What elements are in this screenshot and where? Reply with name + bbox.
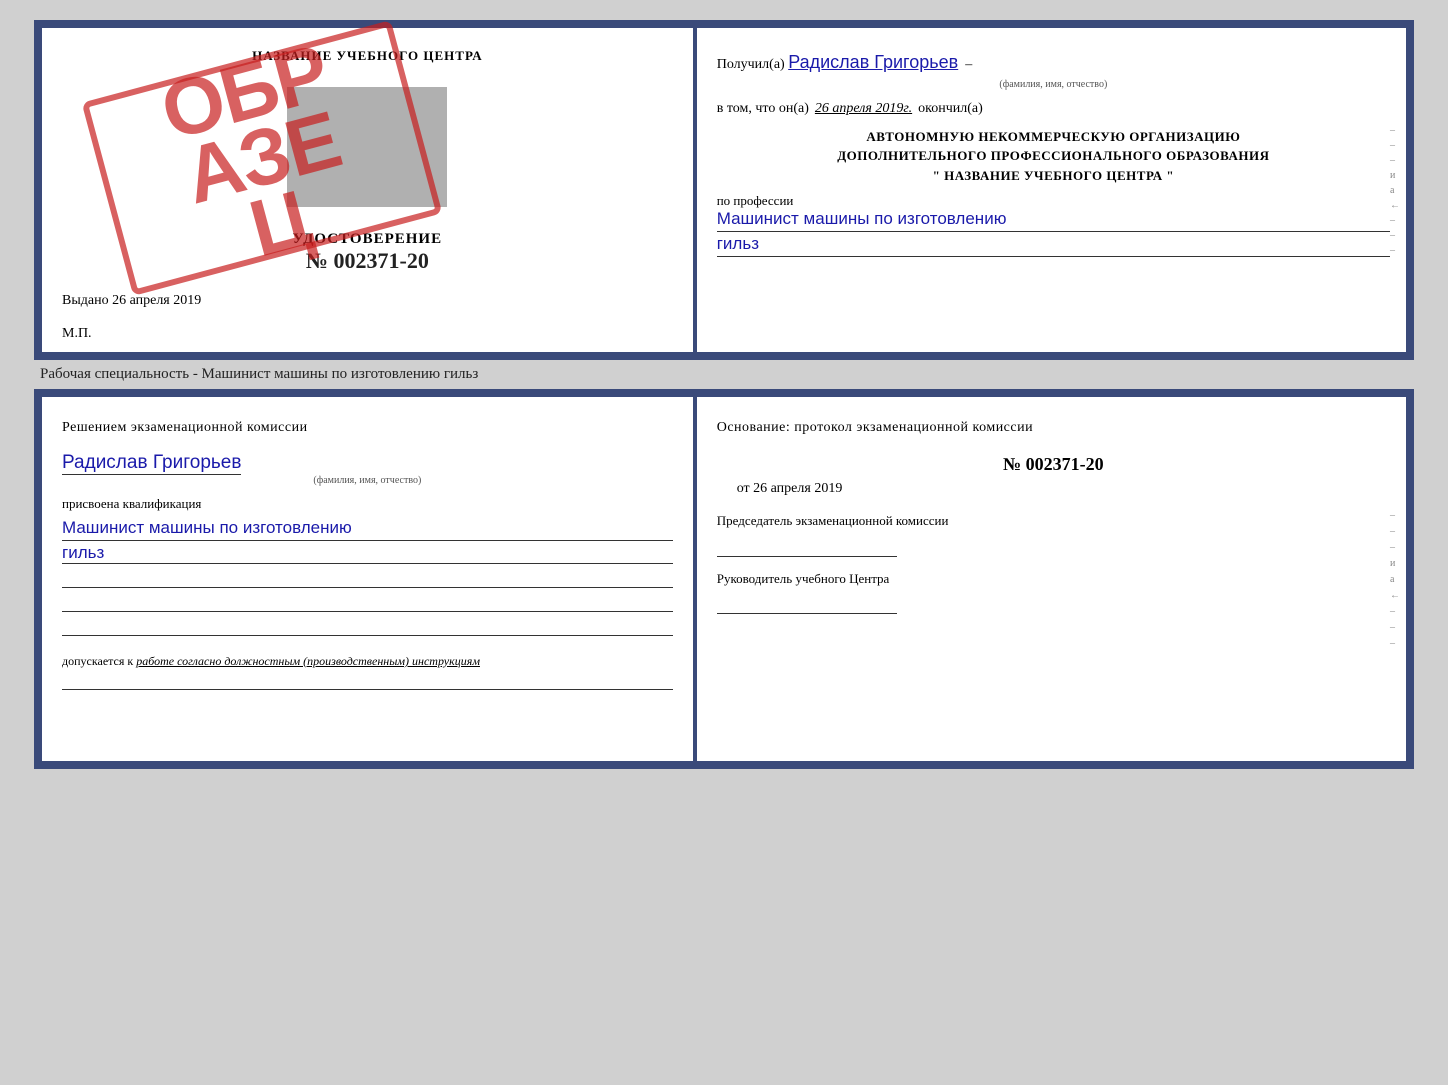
vtom-date: 26 апреля 2019г. bbox=[815, 101, 912, 117]
po-professii-label: по профессии bbox=[717, 193, 794, 208]
poluchil-label: Получил(а) bbox=[717, 57, 785, 72]
empty-line-3 bbox=[62, 616, 673, 636]
vydano-block: Выдано 26 апреля 2019 bbox=[62, 293, 673, 309]
org-name: " НАЗВАНИЕ УЧЕБНОГО ЦЕНТРА " bbox=[717, 166, 1390, 186]
rukovoditel-line bbox=[717, 592, 897, 614]
bottom-document: Решением экзаменационной комиссии Радисл… bbox=[34, 389, 1414, 769]
ot-label: от bbox=[737, 481, 750, 496]
mp-label: М.П. bbox=[62, 326, 92, 341]
document-wrapper: НАЗВАНИЕ УЧЕБНОГО ЦЕНТРА ОБРАЗЕЦ УДОСТОВ… bbox=[34, 20, 1414, 769]
profession-line1: Машинист машины по изготовлению bbox=[717, 209, 1390, 232]
vtom-line: в том, что он(а) 26 апреля 2019г. окончи… bbox=[717, 101, 1390, 117]
protocol-number: № 002371-20 bbox=[717, 454, 1390, 475]
predsedatel-block: Председатель экзаменационной комиссии bbox=[717, 511, 1390, 557]
fio-label-top: (фамилия, имя, отчество) bbox=[717, 77, 1390, 93]
kvalif-line2: гильз bbox=[62, 543, 673, 564]
top-doc-right: Получил(а) Радислав Григорьев – (фамилия… bbox=[697, 28, 1406, 352]
vydano-date: 26 апреля 2019 bbox=[112, 293, 201, 308]
bottom-fio-label: (фамилия, имя, отчество) bbox=[62, 475, 673, 486]
predsedatel-label: Председатель экзаменационной комиссии bbox=[717, 513, 949, 528]
side-marks-bottom: – – – и а ← – – – bbox=[1390, 397, 1406, 761]
okonchil-label: окончил(а) bbox=[918, 101, 983, 117]
dopuskaetsya-text: работе согласно должностным (производств… bbox=[136, 654, 480, 668]
org-block: АВТОНОМНУЮ НЕКОММЕРЧЕСКУЮ ОРГАНИЗАЦИЮ ДО… bbox=[717, 127, 1390, 186]
dopuskaetsya-prefix: допускается к bbox=[62, 654, 133, 668]
top-doc-left: НАЗВАНИЕ УЧЕБНОГО ЦЕНТРА ОБРАЗЕЦ УДОСТОВ… bbox=[42, 28, 697, 352]
recipient-name: Радислав Григорьев bbox=[788, 52, 958, 72]
osnovanie-title: Основание: протокол экзаменационной коми… bbox=[717, 417, 1390, 438]
top-document: НАЗВАНИЕ УЧЕБНОГО ЦЕНТРА ОБРАЗЕЦ УДОСТОВ… bbox=[34, 20, 1414, 360]
stamp-text: ОБРАЗЕЦ bbox=[155, 38, 369, 278]
komissia-title: Решением экзаменационной комиссии bbox=[62, 417, 673, 438]
dopuskaetsya-line bbox=[62, 672, 673, 690]
side-marks-top: – – – и а ← – – – bbox=[1390, 28, 1406, 352]
prisvoena-label: присвоена квалификация bbox=[62, 496, 673, 512]
vydano-label: Выдано bbox=[62, 293, 109, 308]
kvalif-line1: Машинист машины по изготовлению bbox=[62, 516, 673, 541]
bottom-doc-right: Основание: протокол экзаменационной коми… bbox=[697, 397, 1406, 761]
mp-block: М.П. bbox=[62, 326, 673, 342]
bottom-doc-left: Решением экзаменационной комиссии Радисл… bbox=[42, 397, 697, 761]
recipient-line: Получил(а) Радислав Григорьев – (фамилия… bbox=[717, 48, 1390, 93]
ot-date: 26 апреля 2019 bbox=[753, 481, 842, 496]
ot-date-block: от 26 апреля 2019 bbox=[717, 481, 1390, 497]
dopuskaetsya-block: допускается к работе согласно должностны… bbox=[62, 652, 673, 690]
empty-line-1 bbox=[62, 568, 673, 588]
specialty-label: Рабочая специальность - Машинист машины … bbox=[40, 366, 1414, 383]
predsedatel-line bbox=[717, 535, 897, 557]
vtom-label: в том, что он(а) bbox=[717, 101, 809, 117]
org-line1: АВТОНОМНУЮ НЕКОММЕРЧЕСКУЮ ОРГАНИЗАЦИЮ bbox=[717, 127, 1390, 147]
profession-line2: гильз bbox=[717, 234, 1390, 257]
empty-line-2 bbox=[62, 592, 673, 612]
bottom-name: Радислав Григорьев bbox=[62, 452, 241, 475]
rukovoditel-block: Руководитель учебного Центра bbox=[717, 569, 1390, 615]
bottom-name-block: Радислав Григорьев (фамилия, имя, отчест… bbox=[62, 452, 673, 486]
rukovoditel-label: Руководитель учебного Центра bbox=[717, 571, 890, 586]
org-line2: ДОПОЛНИТЕЛЬНОГО ПРОФЕССИОНАЛЬНОГО ОБРАЗО… bbox=[717, 146, 1390, 166]
profession-block: по профессии Машинист машины по изготовл… bbox=[717, 193, 1390, 257]
